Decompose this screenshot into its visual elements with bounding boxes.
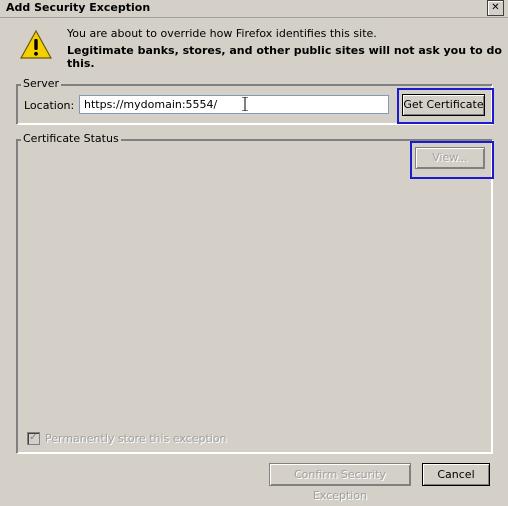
certificate-status-group	[16, 139, 493, 454]
warning-emphasis: Legitimate banks, stores, and other publ…	[67, 44, 502, 70]
cancel-button[interactable]: Cancel	[422, 463, 490, 486]
close-icon: ✕	[491, 2, 500, 13]
server-legend: Server	[21, 77, 62, 90]
title-bar: Add Security Exception ✕	[0, 0, 508, 18]
warning-message: You are about to override how Firefox id…	[67, 27, 377, 40]
confirm-label: Confirm Security Exception	[293, 468, 387, 502]
get-certificate-button[interactable]: Get Certificate	[402, 94, 485, 116]
get-certificate-label: Get Certificate	[403, 98, 484, 111]
text-cursor-icon	[242, 97, 248, 111]
view-label: View...	[432, 151, 468, 164]
view-button[interactable]: View...	[415, 147, 485, 169]
permanent-label: Permanently store this exception	[45, 432, 227, 445]
permanent-checkbox[interactable]: ✓	[27, 432, 40, 445]
window-title: Add Security Exception	[6, 1, 151, 14]
close-button[interactable]: ✕	[487, 0, 504, 16]
certificate-status-legend: Certificate Status	[21, 132, 121, 145]
confirm-exception-button[interactable]: Confirm Security Exception	[269, 463, 411, 502]
location-label: Location:	[24, 99, 75, 112]
location-input[interactable]	[79, 95, 389, 114]
cancel-label: Cancel	[437, 468, 475, 481]
warning-icon	[20, 29, 52, 59]
